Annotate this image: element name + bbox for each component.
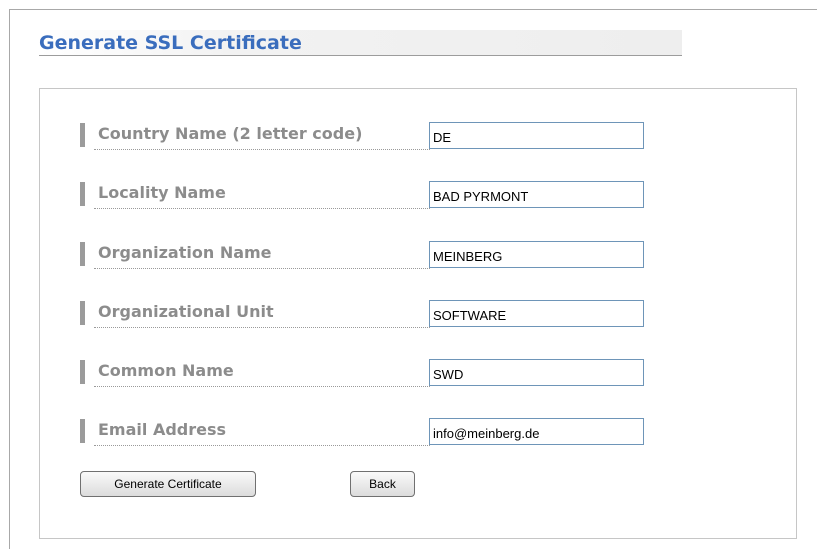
form-row-locality-name: Locality Name (80, 180, 645, 210)
country-name-input[interactable] (429, 122, 644, 149)
row-marker (80, 123, 85, 147)
common-name-label: Common Name (98, 361, 234, 380)
row-marker (80, 360, 85, 384)
form-row-organization-name: Organization Name (80, 240, 645, 270)
organization-name-label: Organization Name (98, 243, 272, 262)
row-underline (94, 149, 430, 150)
locality-name-label: Locality Name (98, 183, 226, 202)
row-marker (80, 419, 85, 443)
locality-name-input[interactable] (429, 181, 644, 208)
row-underline (94, 208, 430, 209)
form-row-organizational-unit: Organizational Unit (80, 299, 645, 329)
window-frame-top (9, 9, 817, 10)
row-underline (94, 268, 430, 269)
country-name-label: Country Name (2 letter code) (98, 124, 363, 143)
row-underline (94, 386, 430, 387)
form-row-common-name: Common Name (80, 358, 645, 388)
form-row-country-name: Country Name (2 letter code) (80, 121, 645, 151)
email-address-label: Email Address (98, 420, 227, 439)
row-marker (80, 242, 85, 266)
common-name-input[interactable] (429, 359, 644, 386)
row-marker (80, 301, 85, 325)
row-underline (94, 445, 430, 446)
page-title: Generate SSL Certificate (39, 32, 302, 54)
email-address-input[interactable] (429, 418, 644, 445)
form-row-email-address: Email Address (80, 417, 645, 447)
organizational-unit-input[interactable] (429, 300, 644, 327)
generate-certificate-button[interactable]: Generate Certificate (80, 471, 256, 497)
window-frame-left (9, 9, 10, 549)
row-underline (94, 327, 430, 328)
row-marker (80, 182, 85, 206)
back-button[interactable]: Back (350, 471, 415, 497)
organizational-unit-label: Organizational Unit (98, 302, 274, 321)
page-title-bar: Generate SSL Certificate (39, 30, 682, 56)
organization-name-input[interactable] (429, 241, 644, 268)
